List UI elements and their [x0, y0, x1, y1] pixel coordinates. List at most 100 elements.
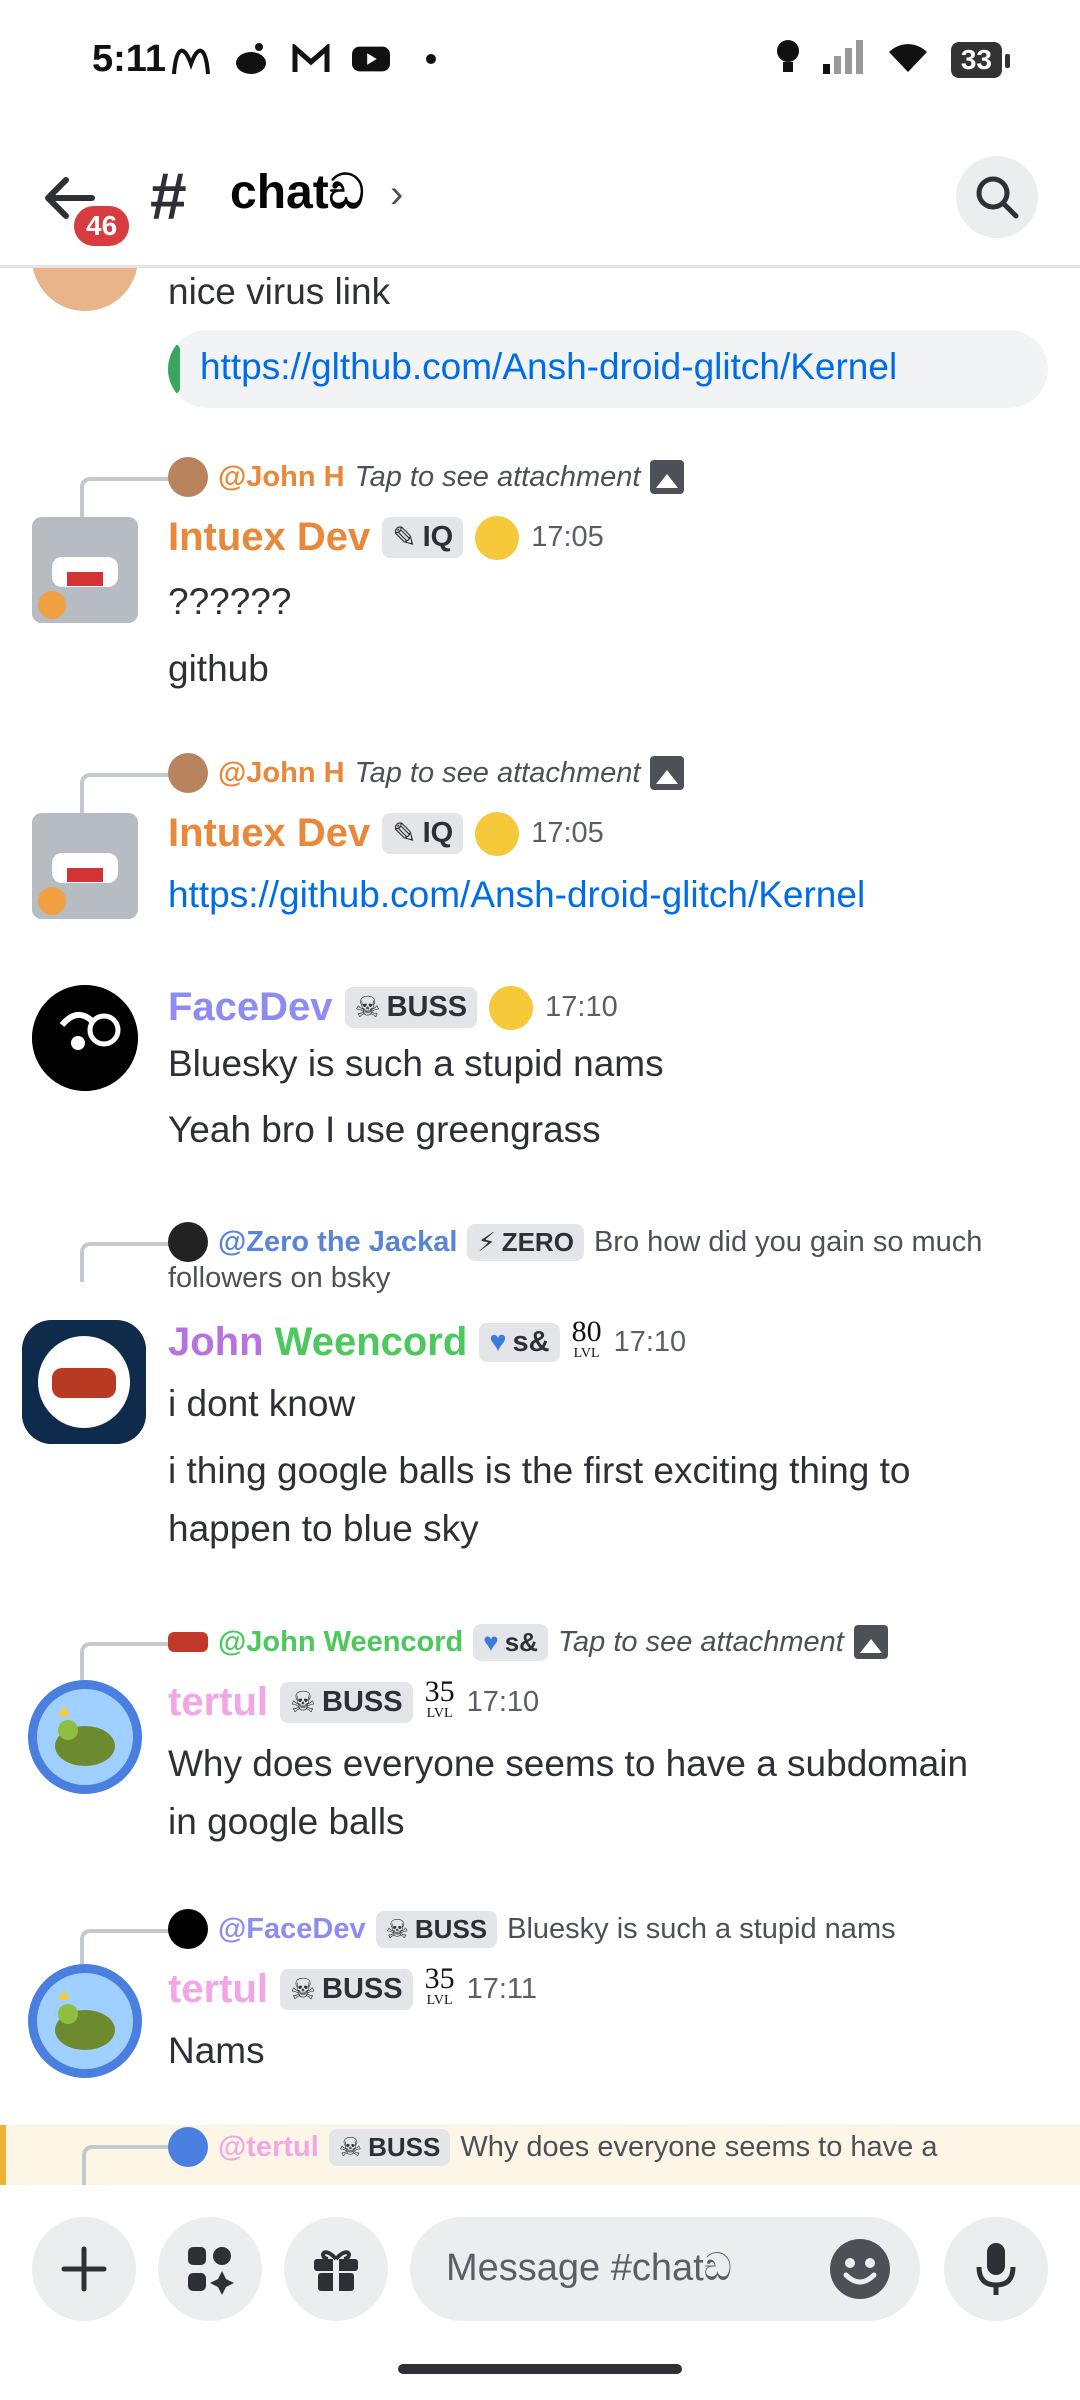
- reply-role-tag: ☠ BUSS: [328, 2128, 451, 2166]
- gift-icon: [314, 2250, 358, 2291]
- author-name-part: Weencord: [274, 1320, 468, 1364]
- notification-icons: [172, 40, 450, 78]
- avatar[interactable]: [32, 265, 138, 311]
- image-attachment-icon: [853, 1625, 888, 1659]
- skull-icon: ☠: [385, 1913, 409, 1944]
- message-text: Why does everyone seems to have a subdom…: [168, 1743, 969, 1784]
- mcdonalds-icon: [172, 40, 210, 78]
- avatar[interactable]: [32, 985, 138, 1091]
- avatar-image: [32, 985, 138, 1091]
- author-name[interactable]: tertul: [168, 1680, 268, 1725]
- message-header: tertul ☠ BUSS 35 LVL 17:10: [168, 1676, 540, 1725]
- reply-avatar: [168, 2127, 208, 2167]
- reddit-icon: [232, 40, 270, 78]
- reply-text: Tap to see attachment: [354, 756, 641, 789]
- voice-message-button[interactable]: [944, 2217, 1048, 2321]
- emoji-button[interactable]: [828, 2237, 892, 2306]
- image-attachment-icon: [650, 756, 685, 790]
- message-header: FaceDev ☠ BUSS 17:10: [168, 985, 618, 1030]
- reply-text: Bluesky is such a stupid nams: [507, 1912, 896, 1945]
- avatar[interactable]: [28, 1680, 142, 1794]
- avatar[interactable]: [32, 517, 138, 623]
- gift-button[interactable]: [284, 2217, 388, 2321]
- role-tag: ✎ IQ: [382, 813, 464, 854]
- reply-preview[interactable]: @John H Tap to see attachment: [168, 455, 685, 499]
- battery-indicator: 33: [950, 41, 1011, 78]
- level-label: LVL: [426, 1992, 453, 2008]
- role-tag-label: BUSS: [322, 1973, 403, 2005]
- home-indicator[interactable]: [398, 2364, 682, 2374]
- avatar[interactable]: [32, 813, 138, 919]
- reply-text-continued: followers on bsky: [168, 1262, 391, 1294]
- mention-highlight-message: @tertul ☠ BUSS Why does everyone seems to…: [0, 2125, 1080, 2185]
- reply-role-tag: ♥ s&: [473, 1623, 548, 1661]
- author-name[interactable]: Intuex Dev: [168, 515, 370, 560]
- search-button[interactable]: [956, 156, 1038, 238]
- reply-preview[interactable]: @FaceDev ☠ BUSS Bluesky is such a stupid …: [168, 1907, 896, 1951]
- chevron-right-icon[interactable]: ›: [390, 172, 403, 217]
- reply-avatar: [168, 1222, 208, 1262]
- message-time: 17:10: [466, 1686, 540, 1718]
- status-bar: 5:11 33: [0, 0, 1080, 120]
- system-icons: 33: [775, 38, 1011, 81]
- plus-icon: [61, 2246, 107, 2292]
- reply-avatar: [168, 1632, 208, 1652]
- message-list[interactable]: nice virus link https://glthub.com/Ansh-…: [0, 265, 1080, 2185]
- reply-connector: [80, 773, 172, 813]
- channel-name[interactable]: chatඩ: [230, 165, 364, 221]
- author-name[interactable]: Intuex Dev: [168, 811, 370, 856]
- reply-role-tag: ☠ BUSS: [375, 1910, 498, 1948]
- reply-author: @John Weencord: [218, 1625, 464, 1658]
- avatar[interactable]: [28, 1964, 142, 2078]
- wifi-icon: [887, 40, 929, 79]
- reply-connector: [80, 477, 172, 517]
- author-name[interactable]: tertul: [168, 1967, 268, 2012]
- reply-preview[interactable]: @tertul ☠ BUSS Why does everyone seems to…: [168, 2125, 937, 2169]
- image-attachment-icon: [650, 460, 685, 494]
- message-input[interactable]: Message #chatඩ: [410, 2217, 920, 2321]
- reply-preview[interactable]: @John H Tap to see attachment: [168, 751, 685, 795]
- link-embed[interactable]: https://glthub.com/Ansh-droid-glitch/Ker…: [168, 330, 1048, 408]
- reply-connector: [80, 1642, 172, 1682]
- message-header: Intuex Dev ✎ IQ 17:05: [168, 811, 604, 856]
- apps-button[interactable]: [158, 2217, 262, 2321]
- message-text: ??????: [168, 581, 292, 622]
- add-button[interactable]: [32, 2217, 136, 2321]
- message-header: John Weencord ♥ s& 80 LVL 17:10: [168, 1316, 686, 1365]
- role-tag-label: IQ: [422, 817, 454, 849]
- embed-link[interactable]: https://glthub.com/Ansh-droid-glitch/Ker…: [200, 346, 897, 388]
- avatar-image: [28, 1964, 142, 2078]
- author-name[interactable]: John Weencord: [168, 1320, 467, 1365]
- heart-icon: ♥: [489, 1326, 507, 1358]
- message-text: Yeah bro I use greengrass: [168, 1109, 601, 1150]
- avatar-image: [28, 1680, 142, 1794]
- brain-icon: ✎: [392, 818, 417, 850]
- reply-author: @John H: [218, 460, 345, 493]
- microphone-icon: [976, 2243, 1016, 2295]
- level-label: LVL: [573, 1345, 600, 1361]
- reply-role-tag-label: ZERO: [501, 1226, 574, 1257]
- reply-connector: [82, 2145, 174, 2185]
- reply-connector: [80, 1242, 172, 1282]
- salute-emoji-icon: [475, 515, 520, 560]
- level-badge: 35 LVL: [425, 1676, 455, 1725]
- role-tag-label: BUSS: [322, 1686, 403, 1718]
- reply-preview[interactable]: @Zero the Jackal ⚡ ZERO Bro how did you g…: [168, 1220, 982, 1264]
- reply-role-tag-label: BUSS: [414, 1913, 488, 1944]
- reply-text: Why does everyone seems to have a: [460, 2130, 938, 2163]
- message-text: in google balls: [168, 1801, 405, 1842]
- level-badge: 35 LVL: [425, 1963, 455, 2012]
- avatar-image: [32, 517, 138, 623]
- role-tag: ☠ BUSS: [280, 1969, 413, 2010]
- author-name[interactable]: FaceDev: [168, 985, 333, 1030]
- avatar-image: [32, 265, 138, 311]
- message-text: i dont know: [168, 1383, 356, 1424]
- message-link[interactable]: https://github.com/Ansh-droid-glitch/Ker…: [168, 866, 865, 924]
- reply-connector: [80, 1929, 172, 1969]
- reply-preview[interactable]: @John Weencord ♥ s& Tap to see attachment: [168, 1620, 888, 1664]
- reply-author: @FaceDev: [218, 1912, 366, 1945]
- avatar[interactable]: [22, 1320, 146, 1444]
- message-text: nice virus link: [168, 271, 391, 312]
- role-tag-label: s&: [512, 1326, 550, 1358]
- skull-icon: ☠: [354, 992, 381, 1024]
